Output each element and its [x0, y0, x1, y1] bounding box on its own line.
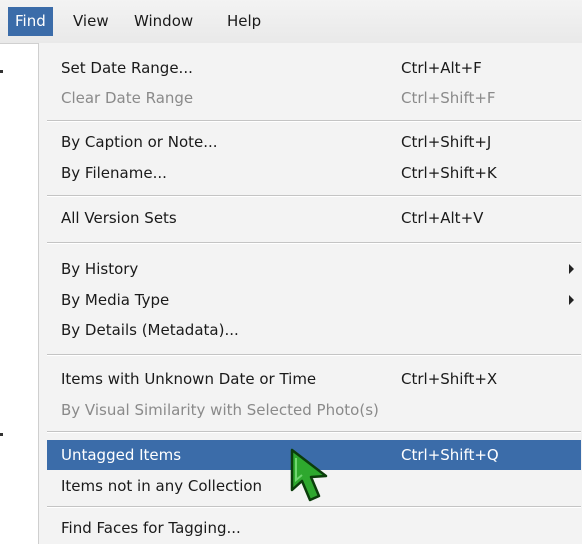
menu-item-shortcut: Ctrl+Shift+X [401, 370, 498, 388]
menu-item-label: Items with Unknown Date or Time [61, 370, 317, 388]
menu-item-label: By Caption or Note... [61, 133, 218, 151]
menu-item-shortcut: Ctrl+Alt+F [401, 59, 482, 77]
menu-item-label: Items not in any Collection [61, 477, 263, 495]
menu-item-label: Set Date Range... [61, 59, 193, 77]
menu-item-all-version-sets[interactable]: All Version Sets Ctrl+Alt+V [47, 203, 581, 233]
menu-separator [47, 195, 581, 197]
menu-bar: Find View Window Help [0, 0, 582, 44]
menu-item-label: Untagged Items [61, 446, 182, 464]
submenu-arrow-icon [569, 295, 574, 305]
menu-item-shortcut: Ctrl+Shift+Q [401, 446, 499, 464]
menu-item-label: By Media Type [61, 291, 170, 309]
menu-item-shortcut: Ctrl+Alt+V [401, 209, 484, 227]
menu-item-by-caption-or-note[interactable]: By Caption or Note... Ctrl+Shift+J [47, 127, 581, 157]
menu-item-label: By Filename... [61, 164, 167, 182]
menu-item-by-visual-similarity[interactable]: By Visual Similarity with Selected Photo… [47, 395, 581, 425]
edge-marker [0, 433, 3, 436]
menu-item-label: Clear Date Range [61, 89, 194, 107]
menu-item-label: By History [61, 260, 139, 278]
menu-separator [47, 506, 581, 508]
menu-item-by-history[interactable]: By History [47, 254, 581, 284]
menu-item-by-media-type[interactable]: By Media Type [47, 285, 581, 315]
menu-item-label: By Details (Metadata)... [61, 321, 239, 339]
menu-separator [47, 431, 581, 433]
edge-marker [0, 70, 3, 73]
menu-item-shortcut: Ctrl+Shift+F [401, 89, 496, 107]
menu-item-set-date-range[interactable]: Set Date Range... Ctrl+Alt+F [47, 53, 581, 83]
menu-item-by-filename[interactable]: By Filename... Ctrl+Shift+K [47, 158, 581, 188]
menu-item-shortcut: Ctrl+Shift+J [401, 133, 492, 151]
menu-view[interactable]: View [66, 7, 116, 36]
menu-help[interactable]: Help [220, 7, 268, 36]
menu-item-label: All Version Sets [61, 209, 177, 227]
menu-separator [47, 242, 581, 244]
menu-item-shortcut: Ctrl+Shift+K [401, 164, 497, 182]
menu-item-unknown-date-time[interactable]: Items with Unknown Date or Time Ctrl+Shi… [47, 364, 581, 394]
menu-item-clear-date-range[interactable]: Clear Date Range Ctrl+Shift+F [47, 83, 581, 113]
menu-separator [47, 120, 581, 122]
menu-separator [47, 354, 581, 356]
menu-item-by-details-metadata[interactable]: By Details (Metadata)... [47, 315, 581, 345]
menu-find[interactable]: Find [8, 7, 53, 36]
menu-item-find-faces[interactable]: Find Faces for Tagging... [47, 513, 581, 543]
menu-window[interactable]: Window [127, 7, 200, 36]
submenu-arrow-icon [569, 264, 574, 274]
menu-item-label: Find Faces for Tagging... [61, 519, 241, 537]
menu-item-label: By Visual Similarity with Selected Photo… [61, 401, 379, 419]
arrow-cursor-icon [290, 448, 328, 502]
